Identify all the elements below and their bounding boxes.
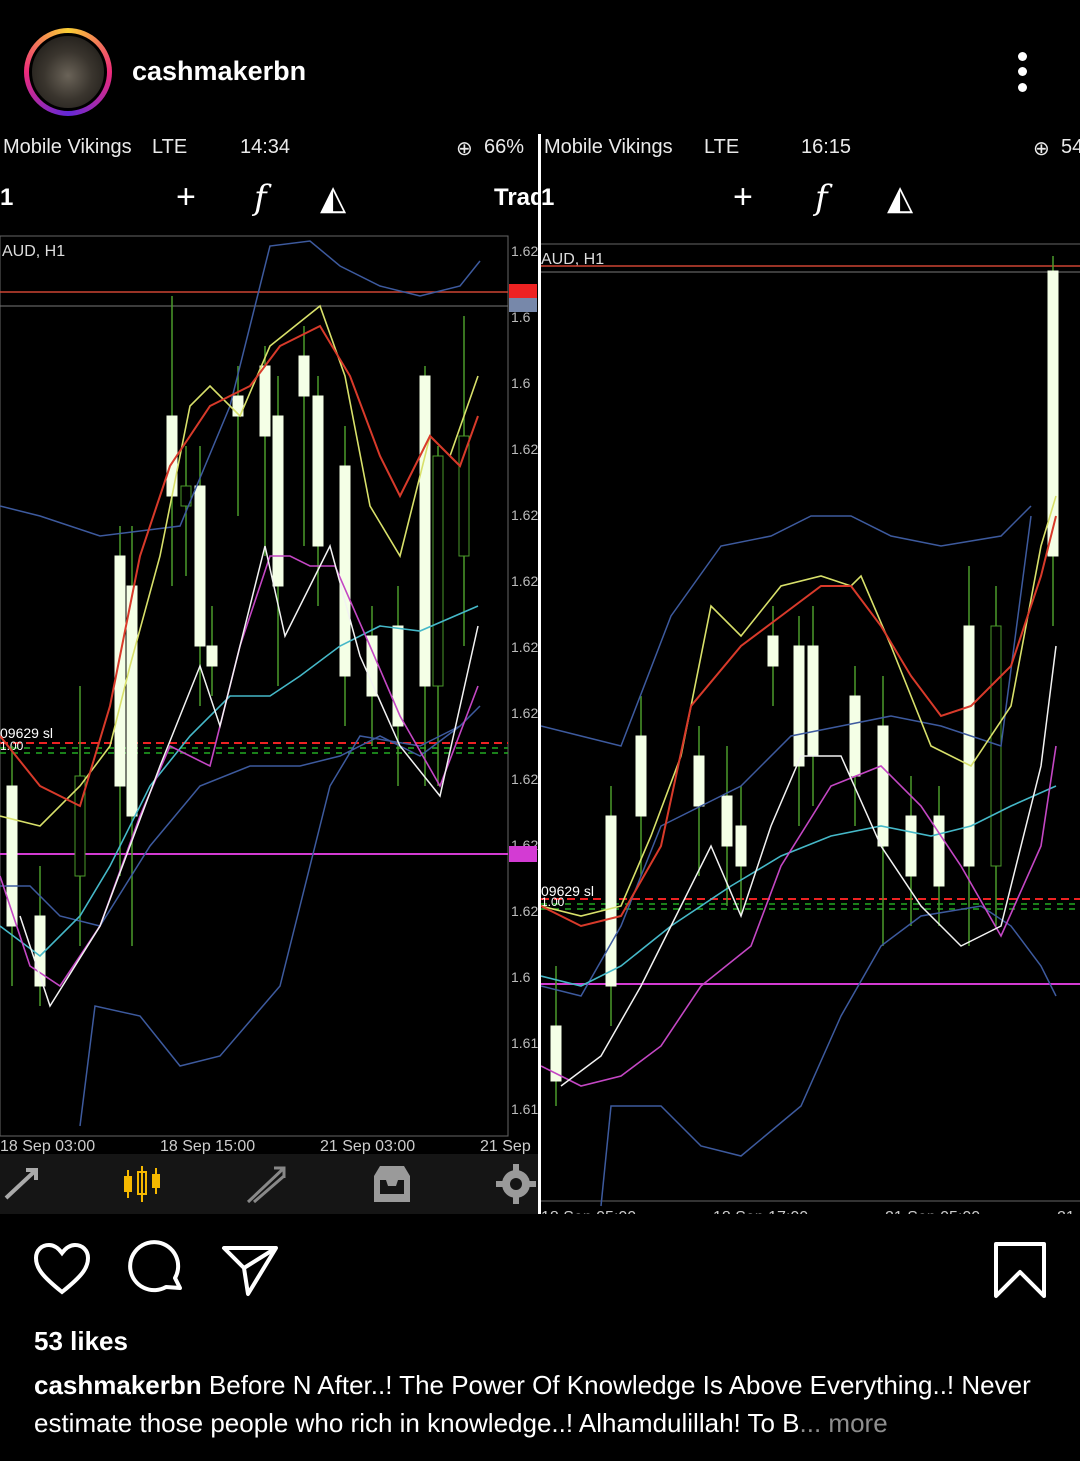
more-icon bbox=[1018, 52, 1027, 61]
screenshot-before: Mobile Vikings LTE 14:34 ⊕ 66% 1 + f ◭ T… bbox=[0, 134, 538, 1214]
candle-body bbox=[963, 625, 975, 867]
candle-body bbox=[312, 395, 324, 547]
candle-body bbox=[272, 415, 284, 587]
candle-body bbox=[126, 585, 138, 817]
likes-count[interactable]: 53 likes bbox=[34, 1326, 128, 1357]
candle-body bbox=[905, 815, 917, 877]
more-icon bbox=[1018, 67, 1027, 76]
post-username[interactable]: cashmakerbn bbox=[132, 56, 306, 87]
chart-after: AUD, H1 09629 sl 1.00 18 Sep 05:0018 Sep… bbox=[541, 243, 1080, 1214]
caption-username[interactable]: cashmakerbn bbox=[34, 1370, 202, 1400]
candle-body bbox=[194, 485, 206, 647]
candle-body bbox=[206, 645, 218, 667]
trade-icon[interactable] bbox=[244, 1162, 288, 1206]
price-tick-label: 1.61 bbox=[511, 1035, 538, 1051]
caption-more-link[interactable]: ... more bbox=[800, 1408, 888, 1438]
time-tick-label: 21 Sep 03:00 bbox=[320, 1138, 415, 1155]
candle-body bbox=[807, 645, 819, 757]
carrier: Mobile Vikings bbox=[3, 136, 132, 158]
rotation-lock-icon: ⊕ bbox=[456, 138, 473, 160]
candle-body bbox=[767, 635, 779, 667]
candle-body bbox=[298, 355, 310, 397]
candle-body bbox=[419, 375, 431, 687]
candle-body bbox=[259, 365, 271, 437]
crosshair-icon[interactable]: + bbox=[733, 178, 753, 217]
battery: 54 bbox=[1061, 136, 1080, 158]
candle-body bbox=[849, 695, 861, 777]
status-bar: Mobile Vikings LTE 16:15 ⊕ 54 bbox=[541, 134, 1080, 162]
avatar-image bbox=[29, 33, 107, 111]
history-icon[interactable] bbox=[370, 1162, 414, 1206]
clock: 14:34 bbox=[240, 136, 291, 158]
objects-icon[interactable]: ◭ bbox=[320, 178, 346, 218]
candles bbox=[550, 256, 1059, 1106]
candle-body bbox=[635, 735, 647, 817]
comment-bubble-icon[interactable] bbox=[128, 1240, 188, 1300]
post-caption: cashmakerbn Before N After..! The Power … bbox=[34, 1366, 1054, 1442]
indicator-icon[interactable]: f bbox=[815, 178, 828, 218]
chart-symbol: AUD, H1 bbox=[2, 243, 65, 260]
objects-icon[interactable]: ◭ bbox=[887, 178, 913, 218]
save-bookmark-icon[interactable] bbox=[990, 1240, 1050, 1300]
carrier: Mobile Vikings bbox=[544, 136, 673, 158]
trade-button[interactable]: Trad bbox=[494, 184, 538, 212]
candle-body bbox=[735, 825, 747, 867]
clock: 16:15 bbox=[801, 136, 852, 158]
price-tick-label: 1.62 bbox=[511, 507, 538, 523]
price-tick-label: 1.62 bbox=[511, 771, 538, 787]
chart-icon[interactable] bbox=[120, 1162, 164, 1206]
candle-body bbox=[432, 455, 444, 687]
chart-toolbar: 1 + f ◭ Trad bbox=[0, 174, 538, 224]
price-axis: 1.62 1.6 1.6 1.62 1.62 1.62 1.62 1.62 1.62 1.62 1.… bbox=[511, 243, 538, 1117]
price-tick-label: 1.62 bbox=[511, 573, 538, 589]
network: LTE bbox=[704, 136, 740, 158]
more-icon bbox=[1018, 83, 1027, 92]
post-image[interactable]: Mobile Vikings LTE 14:34 ⊕ 66% 1 + f ◭ T… bbox=[0, 134, 1080, 1214]
chart-before: AUD, H1 09629 sl 1.00 1.621.61.61.621.62… bbox=[0, 235, 538, 1155]
time-tick-label: 18 Sep 15:00 bbox=[160, 1138, 255, 1155]
bottom-nav bbox=[0, 1154, 538, 1214]
price-tick-label: 1.62 bbox=[511, 903, 538, 919]
price-tick-label: 1.62 bbox=[511, 705, 538, 721]
time-axis: 18 Sep 03:00 18 Sep 15:00 21 Sep 03:00 21 S… bbox=[0, 1138, 531, 1155]
price-tick-label: 1.62 bbox=[511, 243, 538, 259]
indicator-icon[interactable]: f bbox=[254, 178, 267, 218]
network: LTE bbox=[152, 136, 188, 158]
like-heart-icon[interactable] bbox=[32, 1240, 92, 1300]
time-tick-label: 21 Sep bbox=[480, 1138, 531, 1155]
candle-body bbox=[877, 725, 889, 847]
candle-body bbox=[1047, 270, 1059, 557]
candle-body bbox=[693, 755, 705, 807]
price-tick-label: 1.61 bbox=[511, 1101, 538, 1117]
status-bar: Mobile Vikings LTE 14:34 ⊕ 66% bbox=[0, 134, 538, 162]
crosshair-icon[interactable]: + bbox=[176, 178, 196, 217]
candle-body bbox=[721, 795, 733, 847]
price-tick-label: 1.6 bbox=[511, 969, 531, 985]
toolbar-left: 1 bbox=[541, 184, 555, 211]
more-options-button[interactable] bbox=[1005, 50, 1041, 94]
price-tick-label: 1.62 bbox=[511, 441, 538, 457]
candle-body bbox=[793, 645, 805, 767]
rotation-lock-icon: ⊕ bbox=[1033, 138, 1050, 160]
post-actions bbox=[0, 1214, 1080, 1314]
price-tick-label: 1.62 bbox=[511, 639, 538, 655]
candle-body bbox=[605, 815, 617, 987]
avatar[interactable] bbox=[24, 28, 112, 116]
price-tick-label: 1.6 bbox=[511, 375, 531, 391]
chart-toolbar: 1 + f ◭ bbox=[541, 174, 1080, 224]
toolbar-left: 1 bbox=[0, 184, 14, 211]
quotes-icon[interactable] bbox=[0, 1162, 44, 1206]
candle-body bbox=[366, 635, 378, 697]
battery: 66% bbox=[484, 136, 525, 158]
post-header: cashmakerbn bbox=[0, 0, 1080, 134]
candle-body bbox=[6, 785, 18, 927]
settings-icon[interactable] bbox=[494, 1162, 538, 1206]
time-tick-label: 18 Sep 03:00 bbox=[0, 1138, 95, 1155]
share-send-icon[interactable] bbox=[220, 1240, 280, 1300]
screenshot-after: Mobile Vikings LTE 16:15 ⊕ 54 1 + f ◭ AU… bbox=[541, 134, 1080, 1214]
